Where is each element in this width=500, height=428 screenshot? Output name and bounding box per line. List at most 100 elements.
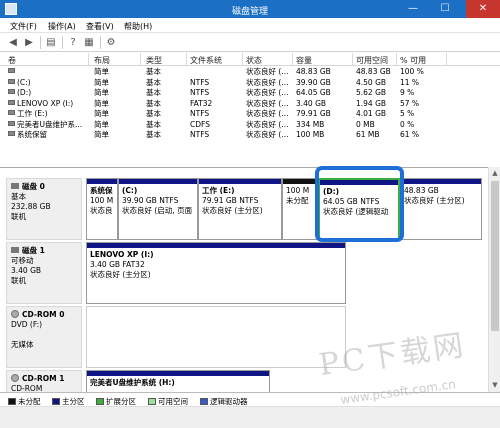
- volume-icon: [8, 68, 15, 73]
- col-divider: [88, 53, 89, 66]
- table-cell: 系统保留: [8, 130, 47, 140]
- partition-i[interactable]: LENOVO XP (I:) 3.40 GB FAT32 状态良好 (主分区): [86, 242, 346, 304]
- maximize-button[interactable]: ☐: [432, 0, 458, 18]
- table-cell: NTFS: [190, 109, 210, 118]
- table-row[interactable]: (D:) 简单 基本 NTFS 状态良好 (... 64.05 GB 5.62 GB 9 %: [0, 88, 500, 98]
- col-status[interactable]: 状态: [246, 55, 262, 66]
- menu-action[interactable]: 操作(A): [48, 21, 76, 32]
- minimize-button[interactable]: —: [400, 0, 426, 18]
- table-cell: 57 %: [400, 98, 420, 108]
- table-cell: [8, 67, 17, 77]
- legend-swatch: [8, 398, 16, 405]
- scroll-down-icon[interactable]: ▼: [489, 381, 500, 389]
- partition-h[interactable]: 完美者U盘维护系统 (H:): [86, 370, 270, 392]
- table-row[interactable]: 简单 基本 状态良好 (... 48.83 GB 48.83 GB 100 %: [0, 67, 500, 77]
- table-cell: NTFS: [190, 77, 210, 87]
- table-cell: 状态良好 (...: [246, 77, 289, 87]
- close-button[interactable]: ✕: [466, 0, 500, 18]
- table-cell: 简单: [94, 88, 109, 97]
- scroll-up-icon[interactable]: ▲: [489, 169, 500, 177]
- help-icon[interactable]: ?: [66, 36, 80, 49]
- properties-icon[interactable]: ▦: [82, 36, 96, 49]
- table-cell: 简单: [94, 67, 109, 76]
- table-cell: 简单: [94, 119, 109, 129]
- table-cell: 简单: [94, 109, 109, 118]
- table-cell: 5 %: [400, 109, 415, 118]
- table-row[interactable]: 工作 (E:) 简单 基本 NTFS 状态良好 (... 79.91 GB 4.01 GB 5…: [0, 109, 500, 119]
- disk-0-info[interactable]: 磁盘 0 基本 232.88 GB 联机: [6, 178, 82, 240]
- table-cell: 79.91 GB: [296, 109, 331, 118]
- partition-system-reserved[interactable]: 系统保 100 M 状态良: [86, 178, 118, 240]
- table-cell: 基本: [146, 130, 161, 139]
- col-volume[interactable]: 卷: [8, 55, 16, 66]
- table-cell: 3.40 GB: [296, 98, 327, 108]
- cdrom-1-type: CD-ROM: [11, 384, 43, 392]
- table-cell: 334 MB: [296, 119, 325, 129]
- volume-icon: [8, 131, 15, 136]
- table-cell: 简单: [94, 130, 109, 139]
- status-bar: [0, 406, 500, 428]
- col-free-space[interactable]: 可用空间: [356, 55, 388, 66]
- partition-e[interactable]: 工作 (E:) 79.91 GB NTFS 状态良好 (主分区): [198, 178, 282, 240]
- cdrom-0-info[interactable]: CD-ROM 0 DVD (F:) 无媒体: [6, 306, 82, 368]
- settings-icon[interactable]: ⚙: [104, 36, 118, 49]
- table-cell: 100 %: [400, 67, 424, 76]
- legend-swatch: [96, 398, 104, 405]
- menu-help[interactable]: 帮助(H): [124, 21, 152, 32]
- volume-icon: [8, 120, 15, 126]
- table-cell: 0 MB: [356, 119, 375, 129]
- table-cell: 基本: [146, 77, 161, 87]
- col-capacity[interactable]: 容量: [296, 55, 312, 66]
- table-row[interactable]: LENOVO XP (I:) 简单 基本 FAT32 状态良好 (... 3.40 GB 1…: [0, 99, 500, 109]
- disk-0-status: 联机: [11, 212, 26, 221]
- col-type[interactable]: 类型: [146, 55, 162, 66]
- disk-0-name: 磁盘 0: [11, 182, 77, 192]
- table-cell: 状态良好 (...: [246, 130, 289, 139]
- partition-primary-48gb[interactable]: 48.83 GB 状态良好 (主分区): [400, 178, 482, 240]
- table-cell: 状态良好 (...: [246, 88, 289, 97]
- disk-icon: [11, 183, 19, 189]
- col-divider: [352, 53, 353, 66]
- disk-1-name: 磁盘 1: [11, 246, 77, 256]
- table-cell: LENOVO XP (I:): [8, 99, 73, 109]
- table-cell: 0 %: [400, 119, 415, 129]
- table-cell: (C:): [8, 78, 31, 88]
- scroll-thumb[interactable]: [491, 181, 499, 331]
- forward-icon[interactable]: ▶: [22, 36, 36, 49]
- menu-view[interactable]: 查看(V): [86, 21, 114, 32]
- table-cell: CDFS: [190, 119, 210, 129]
- legend-swatch: [52, 398, 60, 405]
- table-row[interactable]: (C:) 简单 基本 NTFS 状态良好 (... 39.90 GB 4.50 GB 11 %: [0, 78, 500, 88]
- vertical-scrollbar[interactable]: ▲ ▼: [488, 167, 500, 392]
- menu-bar: 文件(F) 操作(A) 查看(V) 帮助(H): [0, 18, 500, 33]
- partition-unallocated[interactable]: 100 M 未分配: [282, 178, 318, 240]
- disk-0-size: 232.88 GB: [11, 202, 51, 211]
- cdrom-0-empty-area: [86, 306, 346, 368]
- title-bar: 磁盘管理 — ☐ ✕: [0, 0, 500, 18]
- table-cell: NTFS: [190, 88, 210, 97]
- partition-c[interactable]: (C:) 39.90 GB NTFS 状态良好 (启动, 页面: [118, 178, 198, 240]
- list-view-icon[interactable]: ▤: [44, 36, 58, 49]
- table-row[interactable]: 系统保留 简单 基本 NTFS 状态良好 (... 100 MB 61 MB 61 %: [0, 130, 500, 140]
- volume-icon: [8, 78, 15, 84]
- cdrom-1-info[interactable]: CD-ROM 1 CD-ROM: [6, 370, 82, 392]
- table-cell: FAT32: [190, 98, 213, 108]
- back-icon[interactable]: ◀: [6, 36, 20, 49]
- table-cell: 简单: [94, 98, 109, 108]
- disk-1-info[interactable]: 磁盘 1 可移动 3.40 GB 联机: [6, 242, 82, 304]
- table-cell: 完美者U盘维护系...: [8, 120, 82, 130]
- table-cell: 状态良好 (...: [246, 67, 289, 76]
- table-row[interactable]: 完美者U盘维护系... 简单 基本 CDFS 状态良好 (... 334 MB 0 MB 0 …: [0, 120, 500, 130]
- cd-icon: [11, 374, 19, 382]
- col-divider: [446, 53, 447, 66]
- col-layout[interactable]: 布局: [94, 55, 110, 66]
- col-divider: [242, 53, 243, 66]
- menu-file[interactable]: 文件(F): [10, 21, 37, 32]
- col-divider: [140, 53, 141, 66]
- col-percent-free[interactable]: % 可用: [400, 55, 426, 66]
- table-cell: 状态良好 (...: [246, 109, 289, 118]
- table-cell: 61 MB: [356, 130, 380, 139]
- col-filesystem[interactable]: 文件系统: [190, 55, 222, 66]
- cdrom-0-name: CD-ROM 0: [11, 310, 77, 320]
- table-cell: 48.83 GB: [356, 67, 391, 76]
